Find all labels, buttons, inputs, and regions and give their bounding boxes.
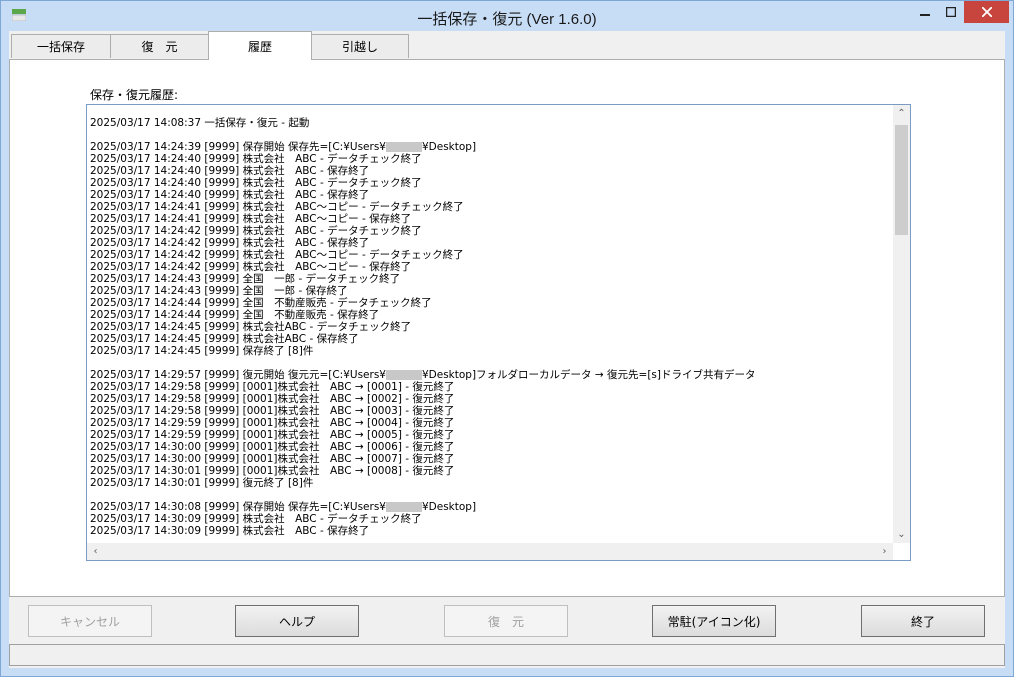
vertical-scrollbar[interactable]: ⌃ ⌄ (893, 105, 910, 543)
scroll-right-icon[interactable]: › (876, 543, 893, 560)
log-line: 2025/03/17 14:24:40 [9999] 株式会社 ABC - 保存… (90, 189, 370, 201)
button-row: キャンセル ヘルプ 復 元 常駐(アイコン化) 終了 (9, 597, 1005, 643)
log-line: 2025/03/17 14:08:37 一括保存・復元 - 起動 (90, 117, 310, 129)
log-line: 2025/03/17 14:24:41 [9999] 株式会社 ABC～コピー … (90, 201, 464, 213)
history-panel: 保存・復元履歴: 2025/03/17 14:08:37 一括保存・復元 - 起… (9, 59, 1005, 597)
log-line: 2025/03/17 14:30:09 [9999] 株式会社 ABC - 保存… (90, 525, 370, 537)
log-line: 2025/03/17 14:29:59 [9999] [0001]株式会社 AB… (90, 429, 455, 441)
log-line: 2025/03/17 14:24:44 [9999] 全国 不動産販売 - 保存… (90, 309, 380, 321)
tab-history[interactable]: 履歴 (208, 31, 312, 60)
maximize-icon (946, 7, 956, 17)
status-bar (9, 644, 1005, 666)
tab-bulk-save[interactable]: 一括保存 (11, 34, 111, 58)
log-line: 2025/03/17 14:29:57 [9999] 復元開始 復元元=[C:¥… (90, 369, 756, 381)
log-line: 2025/03/17 14:24:43 [9999] 全国 一郎 - 保存終了 (90, 285, 348, 297)
resident-button[interactable]: 常駐(アイコン化) (652, 605, 776, 637)
scroll-down-icon[interactable]: ⌄ (893, 526, 910, 543)
log-line: 2025/03/17 14:24:41 [9999] 株式会社 ABC～コピー … (90, 213, 412, 225)
redacted-username (385, 370, 422, 380)
redacted-username (385, 502, 422, 512)
log-line: 2025/03/17 14:24:40 [9999] 株式会社 ABC - デー… (90, 153, 422, 165)
redacted-username (385, 142, 422, 152)
window-title: 一括保存・復元 (Ver 1.6.0) (417, 11, 597, 28)
main-window: 一括保存・復元 (Ver 1.6.0) 一括保存 復 元 履歴 引越し 保存・復… (0, 0, 1014, 677)
log-line: 2025/03/17 14:30:01 [9999] [0001]株式会社 AB… (90, 465, 455, 477)
history-log[interactable]: 2025/03/17 14:08:37 一括保存・復元 - 起動 2025/03/… (86, 104, 911, 561)
minimize-button[interactable] (912, 1, 938, 23)
log-line: 2025/03/17 14:30:00 [9999] [0001]株式会社 AB… (90, 441, 455, 453)
history-label: 保存・復元履歴: (90, 88, 179, 102)
log-line: 2025/03/17 14:24:42 [9999] 株式会社 ABC - デー… (90, 225, 422, 237)
scroll-thumb[interactable] (895, 125, 908, 235)
history-log-text: 2025/03/17 14:08:37 一括保存・復元 - 起動 2025/03/… (90, 117, 890, 542)
exit-button[interactable]: 終了 (861, 605, 985, 637)
log-gap (90, 129, 890, 141)
tab-bar: 一括保存 復 元 履歴 引越し (9, 31, 1005, 60)
log-line: 2025/03/17 14:29:58 [9999] [0001]株式会社 AB… (90, 381, 455, 393)
scroll-left-icon[interactable]: ‹ (87, 543, 104, 560)
scroll-up-icon[interactable]: ⌃ (893, 105, 910, 122)
log-line: 2025/03/17 14:29:58 [9999] [0001]株式会社 AB… (90, 393, 455, 405)
log-line: 2025/03/17 14:24:45 [9999] 保存終了 [8]件 (90, 345, 314, 357)
log-line: 2025/03/17 14:24:43 [9999] 全国 一郎 - データチェ… (90, 273, 401, 285)
log-line: 2025/03/17 14:30:09 [9999] 株式会社 ABC - デー… (90, 513, 422, 525)
log-line: 2025/03/17 14:30:08 [9999] 保存開始 保存先=[C:¥… (90, 501, 477, 513)
cancel-button[interactable]: キャンセル (28, 605, 152, 637)
maximize-button[interactable] (938, 1, 964, 23)
client-area: 一括保存 復 元 履歴 引越し 保存・復元履歴: 2025/03/17 14:0… (9, 31, 1005, 668)
log-line: 2025/03/17 14:30:00 [9999] [0001]株式会社 AB… (90, 453, 455, 465)
log-line: 2025/03/17 14:24:44 [9999] 全国 不動産販売 - デー… (90, 297, 432, 309)
log-line: 2025/03/17 14:29:58 [9999] [0001]株式会社 AB… (90, 405, 455, 417)
tab-restore[interactable]: 復 元 (110, 34, 209, 58)
close-button[interactable] (964, 1, 1009, 23)
log-line: 2025/03/17 14:24:45 [9999] 株式会社ABC - 保存終… (90, 333, 359, 345)
horizontal-scrollbar[interactable]: ‹ › (87, 543, 893, 560)
log-line: 2025/03/17 14:30:01 [9999] 復元終了 [8]件 (90, 477, 314, 489)
tab-move[interactable]: 引越し (311, 34, 409, 58)
log-line: 2025/03/17 14:24:39 [9999] 保存開始 保存先=[C:¥… (90, 141, 477, 153)
restore-button[interactable]: 復 元 (444, 605, 568, 637)
help-button[interactable]: ヘルプ (235, 605, 359, 637)
log-line: 2025/03/17 14:24:42 [9999] 株式会社 ABC～コピー … (90, 261, 412, 273)
log-gap (90, 357, 890, 369)
title-bar[interactable]: 一括保存・復元 (Ver 1.6.0) (1, 1, 1013, 31)
log-line: 2025/03/17 14:24:42 [9999] 株式会社 ABC - 保存… (90, 237, 370, 249)
log-line: 2025/03/17 14:24:42 [9999] 株式会社 ABC～コピー … (90, 249, 464, 261)
minimize-icon (920, 14, 930, 16)
log-line: 2025/03/17 14:24:40 [9999] 株式会社 ABC - デー… (90, 177, 422, 189)
log-gap (90, 489, 890, 501)
log-line: 2025/03/17 14:24:45 [9999] 株式会社ABC - データ… (90, 321, 412, 333)
close-icon (981, 7, 992, 17)
log-line: 2025/03/17 14:24:40 [9999] 株式会社 ABC - 保存… (90, 165, 370, 177)
log-line: 2025/03/17 14:29:59 [9999] [0001]株式会社 AB… (90, 417, 455, 429)
